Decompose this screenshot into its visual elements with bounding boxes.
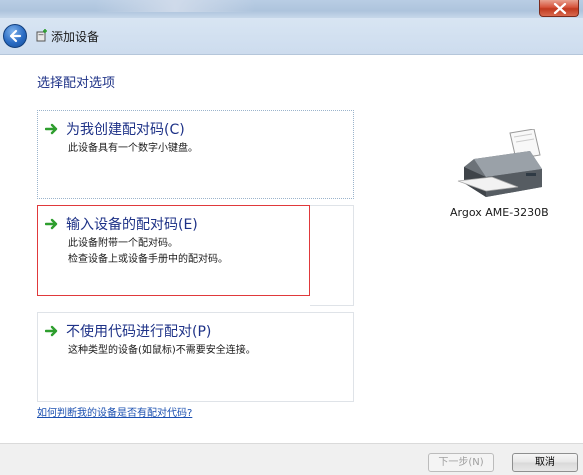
cancel-button[interactable]: 取消 [512,453,578,472]
window-title-bar [0,0,583,18]
option-description-line: 检查设备上或设备手册中的配对码。 [68,254,228,265]
option-title: 为我创建配对码(C) [66,122,185,138]
device-name: Argox AME-3230B [450,206,549,219]
option-title: 不使用代码进行配对(P) [66,324,212,340]
wizard-footer: 下一步(N) 取消 [0,443,583,475]
option-description: 此设备附带一个配对码。 检查设备上或设备手册中的配对码。 [68,236,228,268]
printer-icon [457,129,542,197]
back-button[interactable] [3,24,27,48]
option-description: 这种类型的设备(如鼠标)不需要安全连接。 [68,343,256,359]
option-description: 此设备具有一个数字小键盘。 [68,141,198,157]
option-description-line: 这种类型的设备(如鼠标)不需要安全连接。 [68,345,256,356]
close-icon [553,3,567,14]
option-title: 输入设备的配对码(E) [66,217,198,233]
pairing-code-help-link[interactable]: 如何判断我的设备是否有配对代码? [37,404,192,419]
add-device-icon [36,29,47,42]
close-button[interactable] [539,0,579,17]
option-description-line: 此设备具有一个数字小键盘。 [68,143,198,154]
option-enter-pairing-code[interactable]: 输入设备的配对码(E) 此设备附带一个配对码。 检查设备上或设备手册中的配对码。 [37,205,310,296]
option-description-line: 此设备附带一个配对码。 [68,238,178,249]
green-arrow-icon [45,325,58,337]
option-card-extension [310,205,354,306]
option-pair-without-code[interactable]: 不使用代码进行配对(P) 这种类型的设备(如鼠标)不需要安全连接。 [37,312,354,402]
wizard-title: 添加设备 [51,30,100,44]
green-arrow-icon [45,123,58,135]
page-heading: 选择配对选项 [37,76,116,91]
green-arrow-icon [45,218,58,230]
option-create-pairing-code[interactable]: 为我创建配对码(C) 此设备具有一个数字小键盘。 [37,110,354,199]
wizard-header: 添加设备 [0,18,583,55]
wizard-content: 选择配对选项 为我创建配对码(C) 此设备具有一个数字小键盘。 输入设备的配对码… [0,55,583,443]
title-bar-glass [95,0,255,12]
next-button[interactable]: 下一步(N) [428,453,494,472]
back-arrow-icon [9,29,22,43]
